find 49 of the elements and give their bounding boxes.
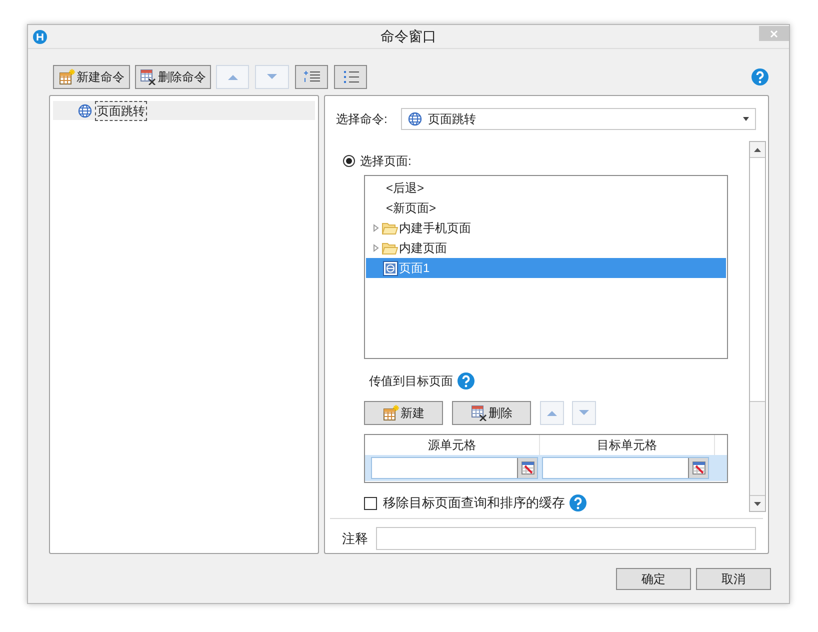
command-dropdown[interactable]: 页面跳转 [401, 108, 756, 130]
globe-icon [78, 104, 92, 118]
help-icon [457, 372, 475, 390]
up-arrow-icon [226, 73, 238, 81]
note-label: 注释 [342, 530, 369, 548]
scroll-down-icon [754, 502, 761, 506]
table-new-icon [58, 69, 74, 85]
down-arrow-icon [266, 73, 278, 81]
indent-button[interactable] [295, 65, 328, 89]
window-title: 命令窗口 [380, 27, 438, 46]
page-list-item[interactable]: <后退> [366, 178, 726, 198]
page-icon [383, 260, 398, 276]
page-list-item[interactable]: 内建手机页面 [366, 218, 726, 238]
section-label: 传值到目标页面 [369, 373, 453, 390]
globe-icon [408, 112, 422, 126]
scrollbar-thumb[interactable] [750, 158, 765, 402]
note-input-field[interactable] [376, 527, 756, 550]
down-arrow-icon [578, 409, 590, 417]
folder-icon [382, 221, 398, 235]
radio-label: 选择页面: [360, 153, 412, 170]
checkbox[interactable] [364, 496, 377, 510]
radio-button[interactable] [343, 155, 355, 167]
dialog-button[interactable]: 取消 [696, 568, 771, 590]
dialog-button[interactable]: 确定 [616, 568, 691, 590]
table-delete-icon [140, 69, 156, 85]
list-indent-icon [304, 70, 320, 84]
table-delete-icon [470, 405, 486, 421]
outdent-button[interactable] [334, 65, 367, 89]
select-command-label: 选择命令: [336, 111, 388, 128]
dropdown-caret-icon [743, 117, 749, 121]
list-outdent-icon [342, 70, 358, 84]
tree-item[interactable]: 页面跳转 [53, 101, 315, 120]
toolbar-button[interactable]: 新建命令 [53, 65, 130, 89]
page-list-item[interactable]: 内建页面 [366, 238, 726, 258]
up-arrow-icon [546, 409, 558, 417]
close-button[interactable] [759, 26, 789, 41]
table-new-icon [382, 405, 398, 421]
toolbar-button[interactable]: 新建 [364, 401, 443, 425]
page-list-item[interactable]: <新页面> [366, 198, 726, 218]
folder-icon [382, 241, 398, 255]
close-icon [770, 30, 778, 38]
vertical-scrollbar[interactable] [749, 141, 766, 512]
help-icon [569, 494, 587, 512]
help-icon [751, 68, 769, 86]
app-logo-icon [33, 30, 47, 44]
scroll-up-icon [754, 148, 761, 152]
toolbar-button[interactable]: 删除 [452, 401, 531, 425]
toolbar-button[interactable]: 删除命令 [135, 65, 211, 89]
checkbox-label: 移除目标页面查询和排序的缓存 [383, 494, 565, 512]
